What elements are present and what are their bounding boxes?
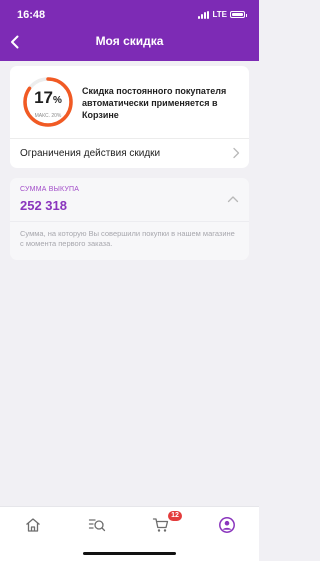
chevron-right-icon[interactable] [231,147,241,159]
header: 16:48 LTE Моя скидка [0,0,259,61]
divider [10,138,249,139]
network-type: LTE [212,10,227,19]
discount-percent-value: 17 [34,88,53,107]
tab-bar: 12 [0,506,259,561]
status-time: 16:48 [17,9,46,21]
status-indicators: LTE [198,10,247,19]
discount-card: 17% МАКС. 20% Скидка постоянного покупат… [10,66,249,168]
page-title: Моя скидка [95,34,164,48]
purchase-sum-description: Сумма, на которую Вы совершили покупки в… [20,229,235,248]
discount-description: Скидка постоянного покупателя автоматиче… [82,86,227,120]
purchase-sum-value: 252 318 [20,198,67,213]
home-icon[interactable] [24,516,42,534]
discount-percent-sign: % [53,95,62,106]
profile-icon[interactable] [218,516,236,534]
discount-percent: 17% [22,88,74,108]
home-indicator [83,552,176,555]
catalog-search-icon[interactable] [88,516,106,534]
max-discount-label: МАКС. 20% [34,113,62,119]
purchase-sum-label: СУММА ВЫКУПА [20,186,80,193]
divider [10,221,249,222]
discount-limits-link[interactable]: Ограничения действия скидки [20,148,160,159]
signal-icon [198,10,210,19]
cart-badge: 12 [168,511,182,521]
battery-icon [230,11,247,18]
chevron-up-icon[interactable] [227,195,239,203]
cart-icon[interactable] [152,516,170,534]
purchase-sum-card[interactable]: СУММА ВЫКУПА 252 318 Сумма, на которую В… [10,178,249,260]
